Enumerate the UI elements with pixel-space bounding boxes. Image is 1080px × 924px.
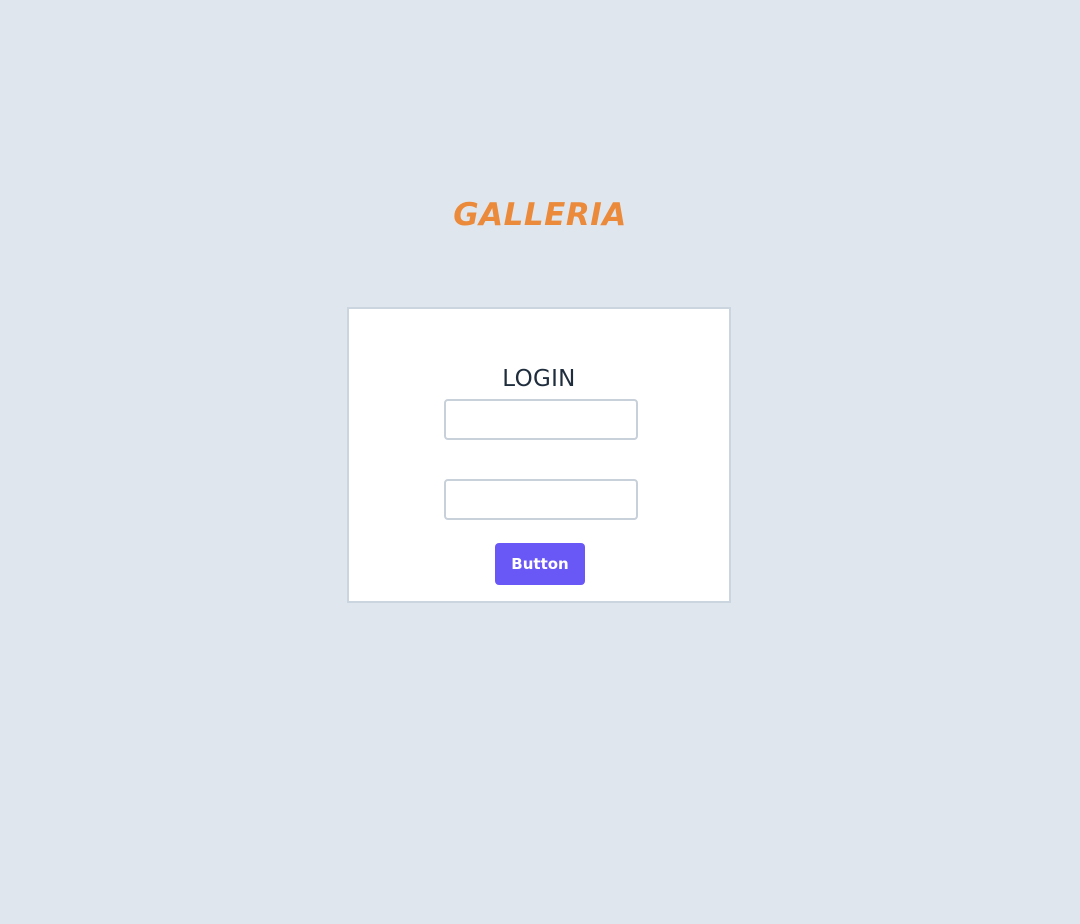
submit-button[interactable]: Button — [495, 543, 585, 585]
brand-logo: GALLERIA — [453, 197, 627, 233]
password-input[interactable] — [444, 479, 638, 520]
login-title: LOGIN — [502, 366, 576, 392]
username-input[interactable] — [444, 399, 638, 440]
login-card: LOGIN Button — [347, 307, 731, 603]
